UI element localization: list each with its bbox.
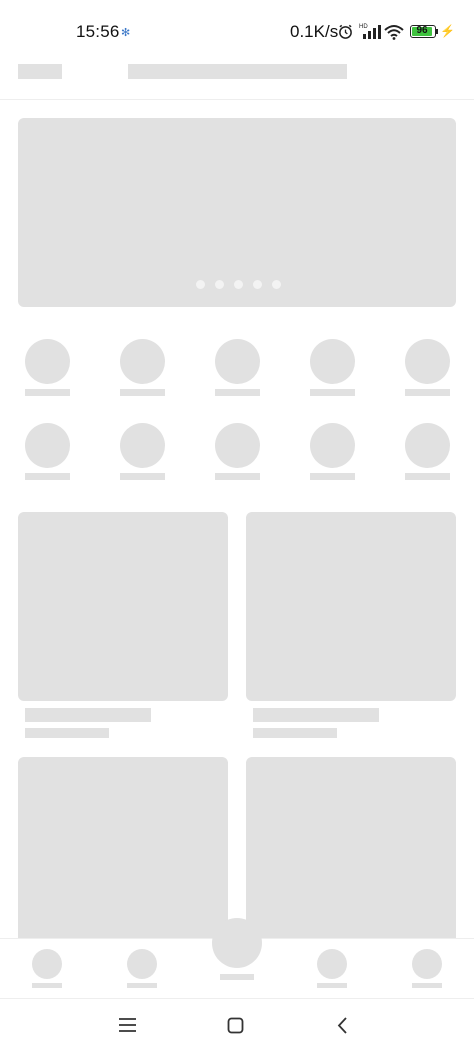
category-icon-placeholder[interactable] [405, 423, 450, 468]
alarm-clock-icon [339, 24, 352, 39]
category-label-placeholder [215, 389, 260, 396]
svg-text:HD: HD [359, 24, 368, 30]
banner-indicator-dot [196, 280, 205, 289]
tab-icon-placeholder[interactable] [32, 949, 62, 979]
banner-indicator-dot [215, 280, 224, 289]
category-icon-placeholder[interactable] [215, 423, 260, 468]
category-label-placeholder [25, 473, 70, 480]
tab-label-placeholder [317, 983, 347, 988]
menu-icon[interactable] [118, 1017, 137, 1033]
category-label-placeholder [215, 473, 260, 480]
category-icon-placeholder[interactable] [310, 339, 355, 384]
product-card-subtitle-placeholder [25, 728, 109, 738]
tab-label-placeholder [412, 983, 442, 988]
product-card-image-placeholder[interactable] [18, 757, 228, 939]
tab-label-placeholder [127, 983, 157, 988]
wifi-icon [384, 25, 404, 40]
banner-indicator-dot [272, 280, 281, 289]
category-label-placeholder [405, 389, 450, 396]
system-nav-divider [0, 998, 474, 999]
status-bar: 15:56 ✻ 0.1K/s HD 96 ⚡ [0, 0, 474, 60]
status-time: 15:56 [76, 22, 120, 41]
banner-placeholder[interactable] [18, 118, 456, 307]
product-card-image-placeholder[interactable] [18, 512, 228, 701]
tab-icon-placeholder[interactable] [412, 949, 442, 979]
category-icon-placeholder[interactable] [215, 339, 260, 384]
category-icon-placeholder[interactable] [25, 423, 70, 468]
category-label-placeholder [120, 389, 165, 396]
product-card-title-placeholder [25, 708, 151, 722]
product-card-subtitle-placeholder [253, 728, 337, 738]
category-label-placeholder [25, 389, 70, 396]
network-speed: 0.1K/s [290, 22, 339, 41]
header-divider [0, 99, 474, 100]
category-label-placeholder [405, 473, 450, 480]
charging-bolt-icon: ⚡ [440, 24, 455, 38]
tab-icon-placeholder[interactable] [317, 949, 347, 979]
battery-percentage: 96 [416, 25, 428, 36]
tab-icon-placeholder[interactable] [127, 949, 157, 979]
header-left-placeholder [18, 64, 62, 79]
category-label-placeholder [120, 473, 165, 480]
category-label-placeholder [310, 389, 355, 396]
category-label-placeholder [310, 473, 355, 480]
back-icon[interactable] [336, 1016, 348, 1035]
tab-center-label-placeholder [220, 974, 254, 980]
product-card-title-placeholder [253, 708, 379, 722]
home-icon[interactable] [227, 1017, 244, 1034]
category-icon-placeholder[interactable] [25, 339, 70, 384]
banner-indicator-dot [234, 280, 243, 289]
product-card-image-placeholder[interactable] [246, 512, 456, 701]
category-icon-placeholder[interactable] [405, 339, 450, 384]
product-card-image-placeholder[interactable] [246, 757, 456, 939]
category-icon-placeholder[interactable] [120, 339, 165, 384]
battery-icon: 96 [410, 25, 436, 38]
banner-indicator-dot [253, 280, 262, 289]
category-icon-placeholder[interactable] [120, 423, 165, 468]
settings-gear-icon: ✻ [121, 27, 131, 39]
header-title-placeholder [128, 64, 347, 79]
tab-label-placeholder [32, 983, 62, 988]
battery-tip [436, 29, 438, 34]
category-icon-placeholder[interactable] [310, 423, 355, 468]
tab-center-placeholder[interactable] [212, 918, 262, 968]
cellular-signal-icon: HD [359, 24, 381, 39]
